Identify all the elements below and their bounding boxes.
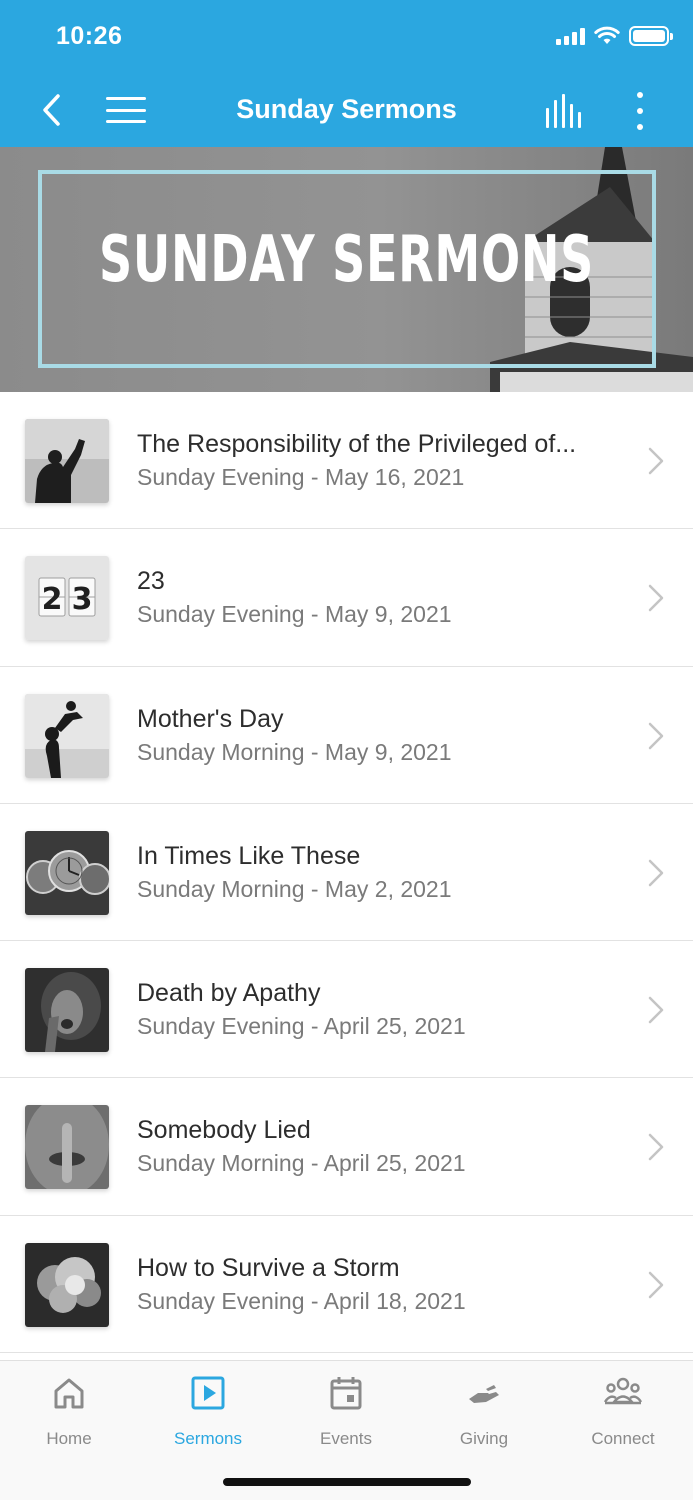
distressed-woman-image (25, 968, 109, 1053)
list-item[interactable]: The Responsibility of the Privileged of.… (0, 392, 693, 530)
status-icons (556, 26, 673, 46)
tab-label: Sermons (173, 1429, 243, 1448)
storm-clouds-image (25, 1242, 109, 1327)
home-indicator[interactable] (223, 1478, 471, 1486)
sermon-subtitle: Sunday Evening - April 18, 2021 (137, 1287, 466, 1314)
sermon-title: The Responsibility of the Privileged of.… (137, 430, 577, 458)
tab-label: Home (46, 1429, 92, 1448)
chevron-right-icon (648, 1271, 664, 1299)
list-item[interactable]: Mother's Day Sunday Morning - May 9, 202… (0, 667, 693, 804)
thumb-digit-left: 2 (42, 582, 63, 617)
wifi-icon (594, 26, 620, 44)
sermons-banner: SUNDAY SERMONS (0, 147, 693, 392)
sermon-subtitle: Sunday Morning - May 2, 2021 (137, 875, 452, 902)
sermon-title: In Times Like These (137, 841, 361, 870)
giving-hand-icon (469, 1385, 499, 1403)
list-item[interactable]: 2 3 23 Sunday Evening - May 9, 2021 (0, 529, 693, 667)
battery-icon (629, 26, 673, 46)
play-icon (191, 1376, 225, 1410)
home-icon (54, 1378, 84, 1409)
tab-sermons[interactable]: Sermons (158, 1375, 258, 1449)
list-item[interactable]: How to Survive a Storm Sunday Evening - … (0, 1216, 693, 1354)
list-item[interactable]: Death by Apathy Sunday Evening - April 2… (0, 941, 693, 1079)
sermon-title: 23 (137, 567, 165, 596)
tab-label: Connect (591, 1429, 655, 1448)
sermon-subtitle: Sunday Morning - May 9, 2021 (137, 738, 452, 765)
chevron-right-icon (648, 722, 664, 749)
chevron-right-icon (648, 1134, 664, 1161)
status-time: 10:26 (56, 22, 123, 50)
app-header: 10:26 Sunday Sermons (0, 0, 693, 147)
banner-title: SUNDAY SERMONS (98, 223, 595, 297)
sermon-subtitle: Sunday Morning - April 25, 2021 (137, 1150, 466, 1177)
silhouette-fist-image (25, 419, 109, 503)
chevron-right-icon (648, 447, 664, 475)
finger-on-lips-image (25, 1105, 109, 1190)
sermon-title: How to Survive a Storm (137, 1253, 400, 1282)
sermon-title: Somebody Lied (137, 1116, 311, 1145)
sermon-subtitle: Sunday Evening - May 16, 2021 (137, 464, 465, 490)
chevron-right-icon (648, 996, 664, 1024)
cellular-signal-icon (556, 27, 585, 45)
sermon-subtitle: Sunday Evening - May 9, 2021 (137, 601, 452, 628)
people-icon (603, 1377, 643, 1405)
tab-giving[interactable]: Giving (434, 1375, 534, 1449)
mother-child-image (25, 693, 109, 778)
tab-label: Giving (459, 1429, 509, 1448)
thumb-digit-right: 3 (72, 582, 93, 617)
list-item[interactable]: Somebody Lied Sunday Morning - April 25,… (0, 1078, 693, 1216)
sermon-title: Mother's Day (137, 704, 284, 733)
tab-events[interactable]: Events (296, 1375, 396, 1449)
sermon-subtitle: Sunday Evening - April 25, 2021 (137, 1013, 466, 1040)
page-title: Sunday Sermons (236, 94, 457, 124)
chevron-right-icon (648, 585, 664, 612)
more-vertical-icon[interactable] (628, 92, 652, 130)
list-item[interactable]: In Times Like These Sunday Morning - May… (0, 804, 693, 942)
sermon-list: The Responsibility of the Privileged of.… (0, 392, 693, 1354)
number-23-image: 2 3 (25, 556, 109, 641)
sermon-title: Death by Apathy (137, 979, 321, 1008)
calendar-icon (330, 1377, 362, 1410)
tab-label: Events (320, 1429, 372, 1448)
tab-home[interactable]: Home (19, 1375, 119, 1449)
tab-connect[interactable]: Connect (573, 1375, 673, 1449)
pocket-watches-image (25, 830, 109, 915)
chevron-right-icon (648, 859, 664, 887)
audio-bars-icon[interactable] (546, 94, 586, 128)
